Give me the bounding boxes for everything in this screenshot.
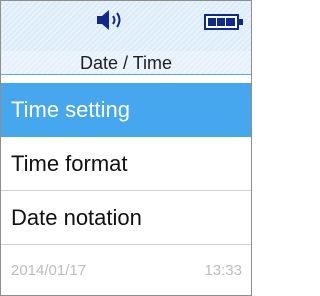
status-bar [1,1,251,51]
footer-datetime: 2014/01/17 13:33 [1,247,251,295]
battery-full-icon [204,14,243,30]
menu-item-time-format[interactable]: Time format [1,137,251,191]
menu-list: Time setting Time format Date notation [1,83,251,245]
footer-time: 13:33 [204,262,242,279]
menu-item-date-notation[interactable]: Date notation [1,191,251,245]
screen-title: Date / Time [1,51,251,75]
speaker-volume-icon [97,10,121,30]
device-screen: Date / Time Time setting Time format Dat… [0,0,252,296]
menu-item-time-setting[interactable]: Time setting [1,83,251,137]
footer-date: 2014/01/17 [11,262,87,279]
